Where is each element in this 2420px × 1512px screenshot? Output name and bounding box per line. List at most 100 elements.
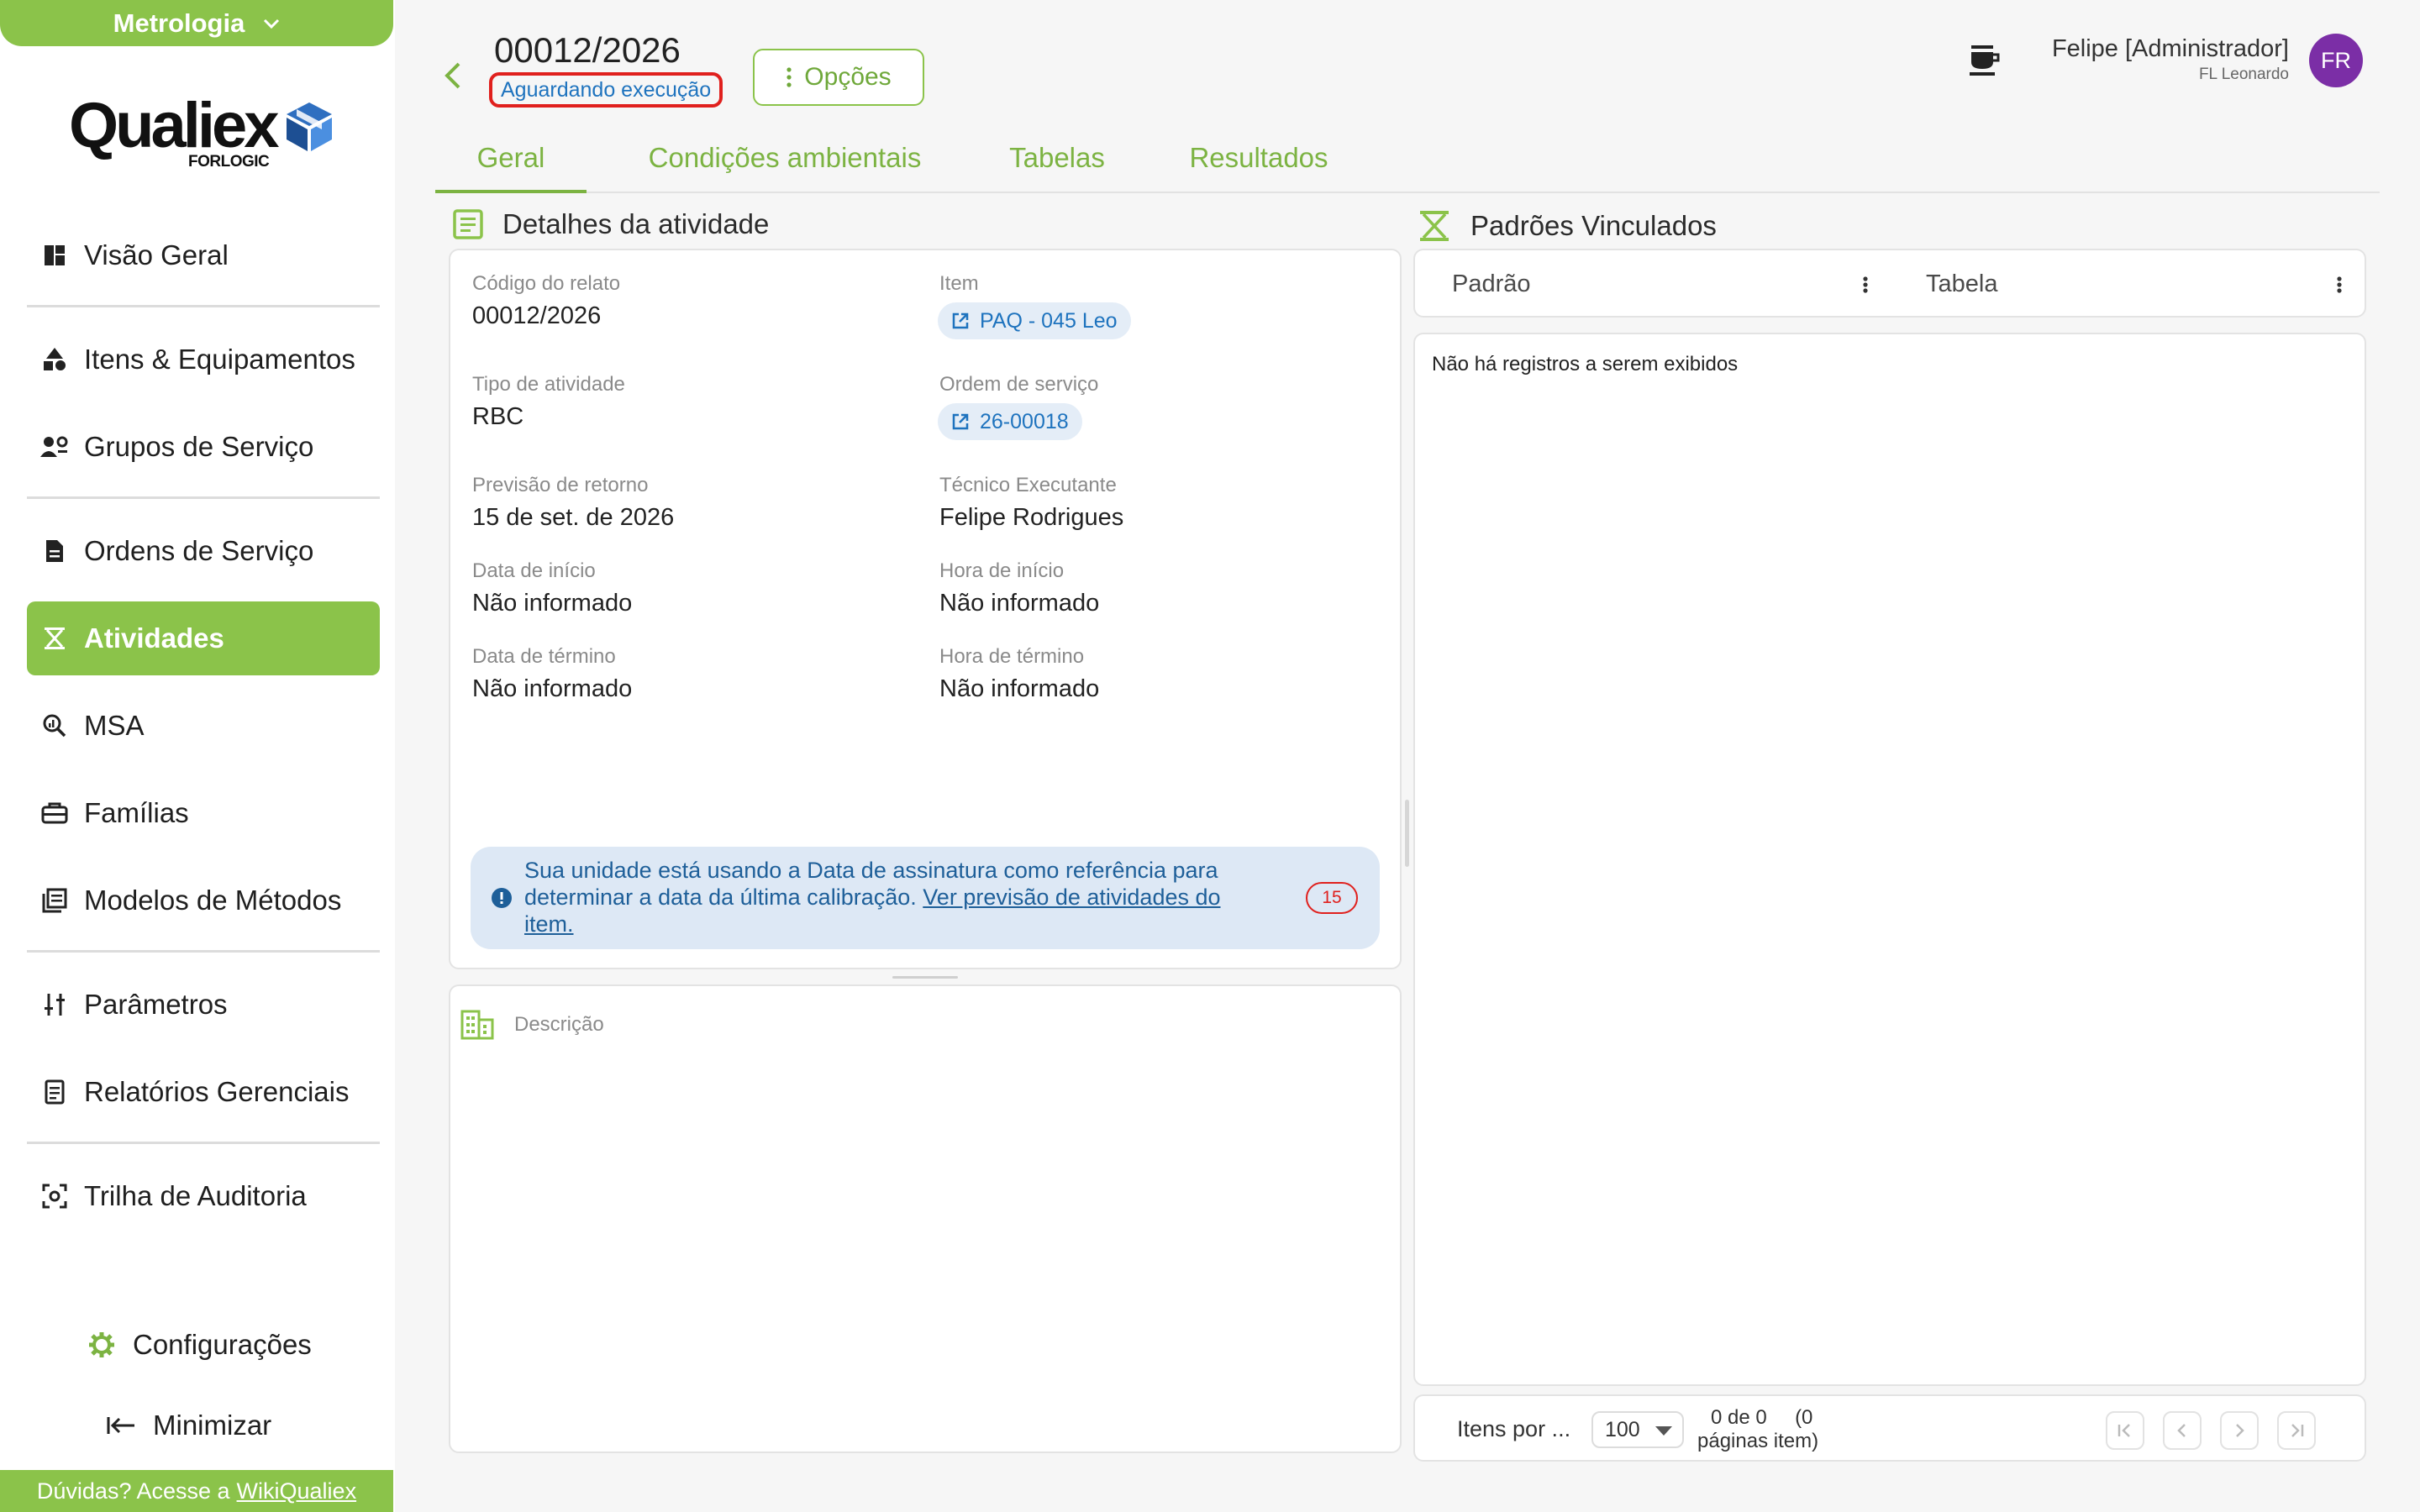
gear-icon [89, 1332, 114, 1357]
info-count-badge[interactable]: 15 [1306, 882, 1358, 914]
dashboard-icon [40, 241, 69, 270]
details-heading-label: Detalhes da atividade [502, 208, 770, 239]
user-org: FL Leonardo [2198, 66, 2289, 83]
item-chip-label: PAQ - 045 Leo [980, 308, 1118, 333]
chevron-down-icon [264, 18, 280, 29]
page-title: 00012/2026 [494, 30, 681, 70]
sidebar-item-label: Itens & Equipamentos [84, 344, 355, 375]
status-badge: Aguardando execução [489, 72, 723, 108]
pagination-count-line1: 0 de 0 (0 [1711, 1406, 1813, 1429]
tab-geral[interactable]: Geral [435, 126, 587, 193]
hourglass-icon [40, 624, 69, 653]
minimize-button[interactable]: Minimizar [106, 1410, 271, 1441]
standards-heading-label: Padrões Vinculados [1470, 210, 1717, 241]
info-text: Sua unidade está usando a Data de assina… [524, 857, 1247, 937]
shapes-icon [40, 345, 69, 374]
document-icon [40, 537, 69, 565]
column-padrao[interactable]: Padrão [1452, 250, 1531, 318]
sidebar-item-label: Ordens de Serviço [84, 535, 314, 566]
ordem-chip-label: 26-00018 [980, 409, 1069, 433]
hourglass-icon [1420, 211, 1449, 241]
hora-inicio-value: Não informado [939, 590, 1100, 617]
back-button[interactable] [439, 59, 467, 92]
resize-handle[interactable] [892, 976, 958, 979]
open-in-new-icon [952, 312, 969, 329]
sidebar-item-label: Relatórios Gerenciais [84, 1076, 350, 1107]
library-books-icon [40, 886, 69, 915]
hora-termino-value: Não informado [939, 675, 1100, 702]
column-menu-icon[interactable] [1857, 270, 1874, 299]
nav-divider [27, 496, 380, 499]
nav-divider [27, 305, 380, 307]
description-card[interactable]: Descrição [449, 984, 1402, 1453]
user-name: Felipe [Administrador] [2051, 35, 2289, 62]
hora-termino-label: Hora de término [939, 645, 1085, 668]
tab-tabelas[interactable]: Tabelas [981, 126, 1133, 190]
report-icon [40, 1078, 69, 1106]
module-switcher-button[interactable]: Metrologia [0, 0, 393, 46]
open-in-new-icon [952, 413, 969, 430]
sidebar-item-parametros[interactable]: Parâmetros [27, 968, 380, 1042]
sidebar-item-label: Modelos de Métodos [84, 885, 342, 916]
options-label: Opções [804, 63, 892, 91]
data-inicio-label: Data de início [472, 559, 596, 582]
panel-splitter[interactable] [1405, 800, 1409, 867]
codigo-label: Código do relato [472, 272, 621, 295]
module-label: Metrologia [113, 8, 245, 38]
avatar[interactable]: FR [2309, 34, 2363, 87]
last-page-icon [2291, 1424, 2304, 1437]
ordem-chip[interactable]: 26-00018 [938, 403, 1082, 440]
sidebar-item-grupos-servico[interactable]: Grupos de Serviço [27, 410, 380, 484]
tab-resultados[interactable]: Resultados [1166, 126, 1351, 190]
first-page-button[interactable] [2106, 1411, 2144, 1450]
column-menu-icon[interactable] [2331, 270, 2348, 299]
settings-link[interactable]: Configurações [87, 1329, 312, 1361]
standards-heading: Padrões Vinculados [1417, 208, 1717, 244]
sidebar-item-visao-geral[interactable]: Visão Geral [27, 218, 380, 292]
item-chip[interactable]: PAQ - 045 Leo [938, 302, 1131, 339]
page-size-select[interactable]: 100 [1591, 1411, 1684, 1448]
options-button[interactable]: Opções [753, 49, 924, 106]
chevron-left-icon [445, 62, 460, 89]
sidebar-item-atividades[interactable]: Atividades [27, 601, 380, 675]
sidebar-item-relatorios-gerenciais[interactable]: Relatórios Gerenciais [27, 1055, 380, 1129]
sidebar-item-label: Famílias [84, 797, 189, 828]
minimize-label: Minimizar [153, 1410, 272, 1441]
sidebar-item-ordens-servico[interactable]: Ordens de Serviço [27, 514, 380, 588]
previsao-label: Previsão de retorno [472, 474, 649, 496]
tab-bar: Geral Condições ambientais Tabelas Resul… [435, 126, 2380, 193]
page-size-value: 100 [1605, 1417, 1640, 1441]
description-placeholder: Descrição [514, 1013, 604, 1036]
tab-condicoes-ambientais[interactable]: Condições ambientais [625, 126, 944, 190]
sidebar-item-familias[interactable]: Famílias [27, 776, 380, 850]
dropdown-arrow-icon [1655, 1426, 1672, 1436]
codigo-value: 00012/2026 [472, 302, 602, 329]
sidebar-item-label: MSA [84, 710, 145, 741]
info-alert: Sua unidade está usando a Data de assina… [471, 847, 1380, 949]
empty-message: Não há registros a serem exibidos [1432, 353, 1739, 375]
last-page-button[interactable] [2277, 1411, 2316, 1450]
sidebar-item-itens-equipamentos[interactable]: Itens & Equipamentos [27, 323, 380, 396]
sidebar-item-modelos-metodos[interactable]: Modelos de Métodos [27, 864, 380, 937]
audit-scan-icon [40, 1182, 69, 1210]
column-tabela[interactable]: Tabela [1926, 250, 1997, 318]
previous-page-button[interactable] [2163, 1411, 2202, 1450]
wiki-link[interactable]: WikiQualiex [237, 1478, 357, 1504]
sidebar-item-trilha-auditoria[interactable]: Trilha de Auditoria [27, 1159, 380, 1233]
data-termino-label: Data de término [472, 645, 616, 668]
coffee-icon[interactable] [1965, 40, 2003, 79]
pagination-count: 0 de 0 (0 páginas item) [1697, 1406, 1818, 1453]
sidebar-item-msa[interactable]: MSA [27, 689, 380, 763]
tecnico-value: Felipe Rodrigues [939, 504, 1124, 531]
data-inicio-value: Não informado [472, 590, 633, 617]
chevron-right-icon [2236, 1424, 2244, 1437]
tecnico-label: Técnico Executante [939, 474, 1117, 496]
sidebar-item-label: Atividades [84, 622, 224, 654]
pagination-count-line2: páginas item) [1697, 1430, 1819, 1452]
items-per-page-label: Itens por ... [1457, 1416, 1571, 1441]
next-page-button[interactable] [2220, 1411, 2259, 1450]
settings-label: Configurações [133, 1329, 312, 1360]
sidebar-item-label: Visão Geral [84, 239, 229, 270]
toolbox-icon [40, 799, 69, 827]
zoom-analytics-icon [40, 711, 69, 740]
